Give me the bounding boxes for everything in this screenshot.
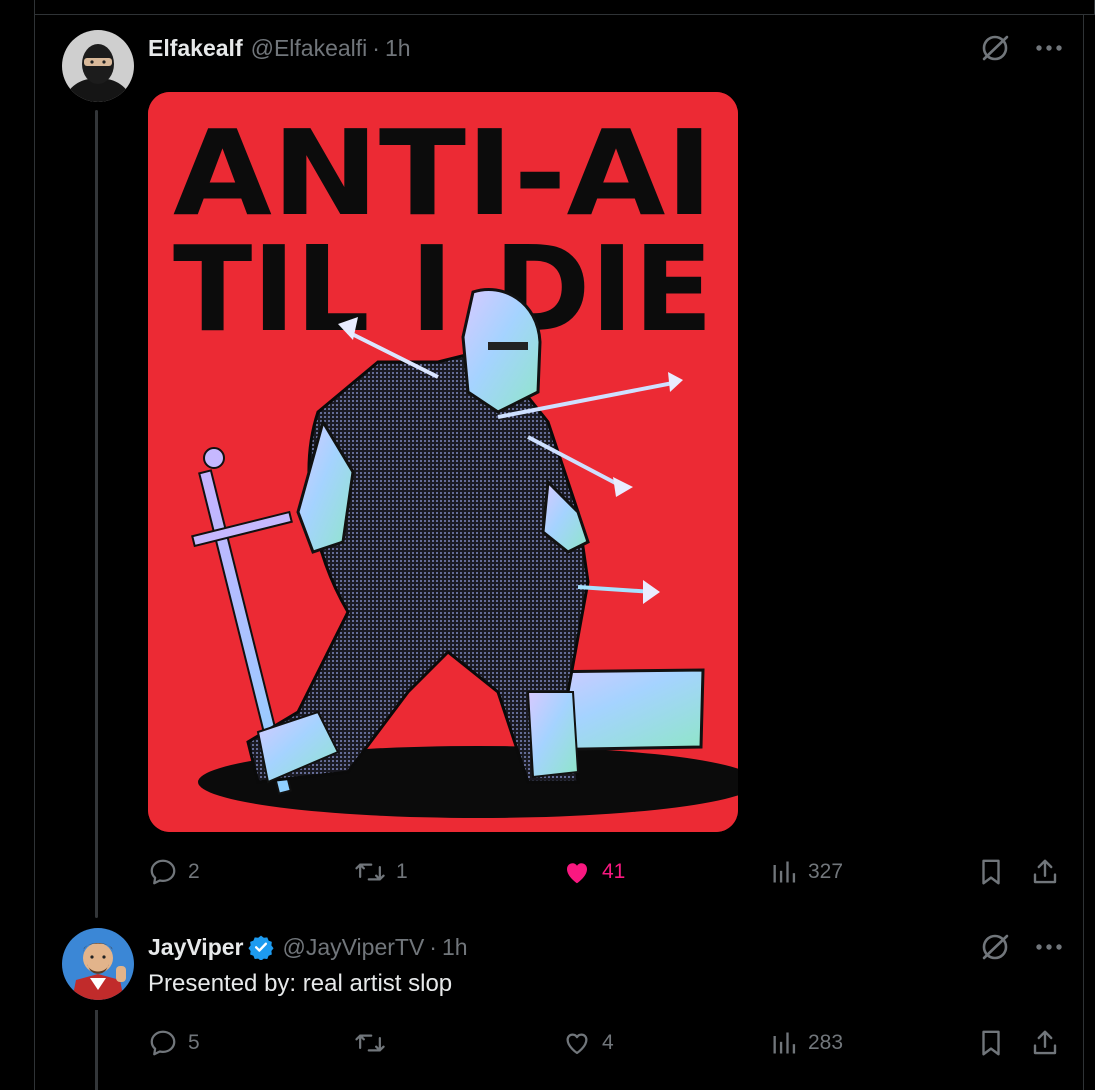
column-right-border (1083, 14, 1084, 1090)
display-name[interactable]: Elfakealf (148, 35, 243, 62)
repost-button[interactable] (354, 1028, 396, 1058)
reply-icon (148, 1028, 178, 1058)
handle[interactable]: @Elfakealfi (251, 35, 368, 62)
reply-button[interactable]: 5 (148, 1028, 200, 1058)
tweet-text: Presented by: real artist slop (148, 970, 453, 997)
verified-badge-icon[interactable] (248, 934, 275, 960)
tweet-actions: 2 1 41 327 (148, 854, 1068, 890)
tweet-header: Elfakealf @Elfakealfi · 1h (148, 33, 411, 63)
like-button[interactable]: 4 (562, 1028, 614, 1058)
more-icon[interactable] (1033, 931, 1065, 963)
bookmark-icon (976, 857, 1006, 887)
column-left-border (34, 14, 35, 1090)
poster-headline-2: TIL I DIE (173, 220, 713, 358)
like-count: 41 (602, 860, 626, 883)
bookmark-button[interactable] (976, 857, 1006, 887)
tweet-image[interactable]: ANTI-AI TIL I DIE (148, 92, 738, 832)
repost-count: 1 (396, 860, 408, 883)
repost-button[interactable]: 1 (354, 857, 408, 887)
tweet-corner-icons (979, 931, 1065, 963)
share-icon (1030, 1028, 1060, 1058)
share-button[interactable] (1030, 1028, 1060, 1058)
thread-connector-line (95, 1010, 98, 1090)
views-icon (770, 1029, 798, 1057)
previous-tweet-border (34, 0, 1095, 14)
avatar[interactable] (62, 30, 134, 102)
repost-icon (354, 857, 386, 887)
reply-icon (148, 857, 178, 887)
thread-connector-line (95, 110, 98, 918)
view-count: 283 (808, 1031, 844, 1054)
avatar[interactable] (62, 928, 134, 1000)
grok-icon[interactable] (979, 32, 1011, 64)
repost-icon (354, 1028, 386, 1058)
separator-dot: · (372, 34, 380, 61)
like-button[interactable]: 41 (562, 857, 625, 887)
tweet-corner-icons (979, 32, 1065, 64)
reply-count: 5 (188, 1031, 200, 1054)
more-icon[interactable] (1033, 32, 1065, 64)
separator-dot: · (429, 933, 437, 960)
views-icon (770, 858, 798, 886)
views-button[interactable]: 283 (770, 1029, 843, 1057)
like-icon (562, 1028, 592, 1058)
views-button[interactable]: 327 (770, 858, 843, 886)
reply-button[interactable]: 2 (148, 857, 200, 887)
like-icon (562, 857, 592, 887)
tweet-actions: 5 4 283 (148, 1025, 1068, 1061)
tweet-header: JayViper @JayViperTV · 1h (148, 932, 468, 962)
bookmark-icon (976, 1028, 1006, 1058)
bookmark-button[interactable] (976, 1028, 1006, 1058)
share-icon (1030, 857, 1060, 887)
share-button[interactable] (1030, 857, 1060, 887)
like-count: 4 (602, 1031, 614, 1054)
view-count: 327 (808, 860, 844, 883)
display-name[interactable]: JayViper (148, 934, 243, 961)
divider (34, 14, 1095, 15)
timestamp[interactable]: 1h (385, 35, 411, 62)
timestamp[interactable]: 1h (442, 934, 468, 961)
handle[interactable]: @JayViperTV (282, 934, 424, 961)
grok-icon[interactable] (979, 931, 1011, 963)
reply-count: 2 (188, 860, 200, 883)
